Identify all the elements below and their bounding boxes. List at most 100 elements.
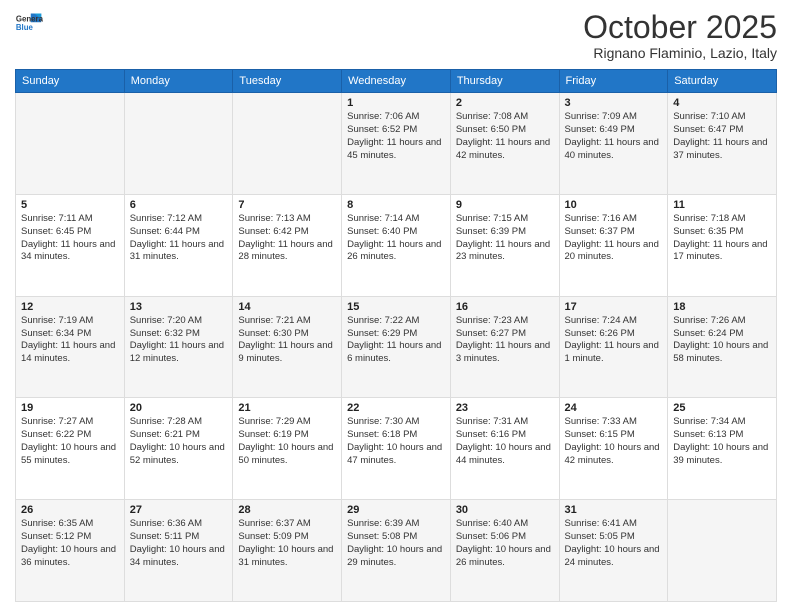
day-info: Sunrise: 7:09 AM Sunset: 6:49 PM Dayligh… (565, 111, 663, 162)
day-info: Sunrise: 7:11 AM Sunset: 6:45 PM Dayligh… (21, 213, 119, 264)
day-info: Sunrise: 7:22 AM Sunset: 6:29 PM Dayligh… (347, 315, 445, 366)
day-number: 25 (673, 402, 771, 414)
day-number: 11 (673, 199, 771, 211)
week-row-1: 5Sunrise: 7:11 AM Sunset: 6:45 PM Daylig… (16, 194, 777, 296)
col-sunday: Sunday (16, 70, 125, 93)
day-cell: 17 Sunrise: 7:24 AM Sunset: 6:26 PM Dayli… (559, 296, 668, 398)
day-number: 3 (565, 97, 663, 109)
header-row: Sunday Monday Tuesday Wednesday Thursday… (16, 70, 777, 93)
day-number: 1 (347, 97, 445, 109)
day-number: 15 (347, 301, 445, 313)
day-cell: 27 Sunrise: 6:36 AM Sunset: 5:11 PM Dayli… (124, 500, 233, 602)
day-info: Sunrise: 7:34 AM Sunset: 6:13 PM Dayligh… (673, 416, 771, 467)
day-cell: 22 Sunrise: 7:30 AM Sunset: 6:18 PM Dayli… (342, 398, 451, 500)
day-info: Sunrise: 7:33 AM Sunset: 6:15 PM Dayligh… (565, 416, 663, 467)
day-number: 12 (21, 301, 119, 313)
day-number: 28 (238, 504, 336, 516)
day-info: Sunrise: 6:40 AM Sunset: 5:06 PM Dayligh… (456, 518, 554, 569)
day-info: Sunrise: 6:37 AM Sunset: 5:09 PM Dayligh… (238, 518, 336, 569)
day-cell: 16Sunrise: 7:23 AM Sunset: 6:27 PM Dayli… (450, 296, 559, 398)
day-cell: 6 Sunrise: 7:12 AM Sunset: 6:44 PM Daylig… (124, 194, 233, 296)
day-cell: 3 Sunrise: 7:09 AM Sunset: 6:49 PM Daylig… (559, 93, 668, 195)
day-number: 20 (130, 402, 228, 414)
day-cell: 1Sunrise: 7:06 AM Sunset: 6:52 PM Daylig… (342, 93, 451, 195)
day-info: Sunrise: 7:10 AM Sunset: 6:47 PM Dayligh… (673, 111, 771, 162)
day-cell: 19 Sunrise: 7:27 AM Sunset: 6:22 PM Dayli… (16, 398, 125, 500)
day-number: 31 (565, 504, 663, 516)
day-cell: 11Sunrise: 7:18 AM Sunset: 6:35 PM Dayli… (668, 194, 777, 296)
day-number: 14 (238, 301, 336, 313)
logo: General Blue (15, 10, 43, 38)
day-cell: 28 Sunrise: 6:37 AM Sunset: 5:09 PM Dayli… (233, 500, 342, 602)
day-cell: 10Sunrise: 7:16 AM Sunset: 6:37 PM Dayli… (559, 194, 668, 296)
day-number: 6 (130, 199, 228, 211)
day-cell (16, 93, 125, 195)
day-info: Sunrise: 7:12 AM Sunset: 6:44 PM Dayligh… (130, 213, 228, 264)
day-number: 9 (456, 199, 554, 211)
day-info: Sunrise: 6:41 AM Sunset: 5:05 PM Dayligh… (565, 518, 663, 569)
day-cell: 13 Sunrise: 7:20 AM Sunset: 6:32 PM Dayli… (124, 296, 233, 398)
day-info: Sunrise: 7:20 AM Sunset: 6:32 PM Dayligh… (130, 315, 228, 366)
day-info: Sunrise: 7:26 AM Sunset: 6:24 PM Dayligh… (673, 315, 771, 366)
day-cell (668, 500, 777, 602)
day-cell: 18 Sunrise: 7:26 AM Sunset: 6:24 PM Dayli… (668, 296, 777, 398)
day-info: Sunrise: 7:29 AM Sunset: 6:19 PM Dayligh… (238, 416, 336, 467)
day-number: 27 (130, 504, 228, 516)
col-friday: Friday (559, 70, 668, 93)
day-number: 13 (130, 301, 228, 313)
day-cell: 5Sunrise: 7:11 AM Sunset: 6:45 PM Daylig… (16, 194, 125, 296)
day-cell: 26 Sunrise: 6:35 AM Sunset: 5:12 PM Dayli… (16, 500, 125, 602)
day-cell: 21 Sunrise: 7:29 AM Sunset: 6:19 PM Dayli… (233, 398, 342, 500)
col-thursday: Thursday (450, 70, 559, 93)
day-info: Sunrise: 7:28 AM Sunset: 6:21 PM Dayligh… (130, 416, 228, 467)
day-number: 30 (456, 504, 554, 516)
day-cell: 7 Sunrise: 7:13 AM Sunset: 6:42 PM Daylig… (233, 194, 342, 296)
title-block: October 2025 Rignano Flaminio, Lazio, It… (583, 10, 777, 61)
svg-text:General: General (16, 14, 43, 23)
day-info: Sunrise: 7:19 AM Sunset: 6:34 PM Dayligh… (21, 315, 119, 366)
day-number: 24 (565, 402, 663, 414)
col-wednesday: Wednesday (342, 70, 451, 93)
location: Rignano Flaminio, Lazio, Italy (583, 45, 777, 61)
day-number: 22 (347, 402, 445, 414)
day-info: Sunrise: 6:39 AM Sunset: 5:08 PM Dayligh… (347, 518, 445, 569)
day-info: Sunrise: 6:35 AM Sunset: 5:12 PM Dayligh… (21, 518, 119, 569)
day-cell (233, 93, 342, 195)
day-number: 21 (238, 402, 336, 414)
header: General Blue October 2025 Rignano Flamin… (15, 10, 777, 61)
col-saturday: Saturday (668, 70, 777, 93)
day-info: Sunrise: 7:08 AM Sunset: 6:50 PM Dayligh… (456, 111, 554, 162)
day-info: Sunrise: 7:13 AM Sunset: 6:42 PM Dayligh… (238, 213, 336, 264)
calendar-table: Sunday Monday Tuesday Wednesday Thursday… (15, 69, 777, 602)
day-number: 7 (238, 199, 336, 211)
day-info: Sunrise: 7:27 AM Sunset: 6:22 PM Dayligh… (21, 416, 119, 467)
day-cell: 14Sunrise: 7:21 AM Sunset: 6:30 PM Dayli… (233, 296, 342, 398)
day-cell (124, 93, 233, 195)
day-cell: 25 Sunrise: 7:34 AM Sunset: 6:13 PM Dayli… (668, 398, 777, 500)
day-number: 10 (565, 199, 663, 211)
week-row-4: 26 Sunrise: 6:35 AM Sunset: 5:12 PM Dayli… (16, 500, 777, 602)
week-row-3: 19 Sunrise: 7:27 AM Sunset: 6:22 PM Dayli… (16, 398, 777, 500)
day-cell: 20 Sunrise: 7:28 AM Sunset: 6:21 PM Dayli… (124, 398, 233, 500)
col-monday: Monday (124, 70, 233, 93)
day-cell: 4Sunrise: 7:10 AM Sunset: 6:47 PM Daylig… (668, 93, 777, 195)
day-cell: 12 Sunrise: 7:19 AM Sunset: 6:34 PM Dayli… (16, 296, 125, 398)
day-number: 17 (565, 301, 663, 313)
day-cell: 9Sunrise: 7:15 AM Sunset: 6:39 PM Daylig… (450, 194, 559, 296)
day-info: Sunrise: 6:36 AM Sunset: 5:11 PM Dayligh… (130, 518, 228, 569)
day-number: 16 (456, 301, 554, 313)
day-number: 26 (21, 504, 119, 516)
day-number: 2 (456, 97, 554, 109)
day-info: Sunrise: 7:24 AM Sunset: 6:26 PM Dayligh… (565, 315, 663, 366)
day-number: 23 (456, 402, 554, 414)
day-number: 8 (347, 199, 445, 211)
day-cell: 8 Sunrise: 7:14 AM Sunset: 6:40 PM Daylig… (342, 194, 451, 296)
week-row-0: 1Sunrise: 7:06 AM Sunset: 6:52 PM Daylig… (16, 93, 777, 195)
day-info: Sunrise: 7:14 AM Sunset: 6:40 PM Dayligh… (347, 213, 445, 264)
day-info: Sunrise: 7:31 AM Sunset: 6:16 PM Dayligh… (456, 416, 554, 467)
day-number: 18 (673, 301, 771, 313)
day-number: 19 (21, 402, 119, 414)
day-cell: 2 Sunrise: 7:08 AM Sunset: 6:50 PM Daylig… (450, 93, 559, 195)
day-info: Sunrise: 7:30 AM Sunset: 6:18 PM Dayligh… (347, 416, 445, 467)
day-cell: 23 Sunrise: 7:31 AM Sunset: 6:16 PM Dayli… (450, 398, 559, 500)
